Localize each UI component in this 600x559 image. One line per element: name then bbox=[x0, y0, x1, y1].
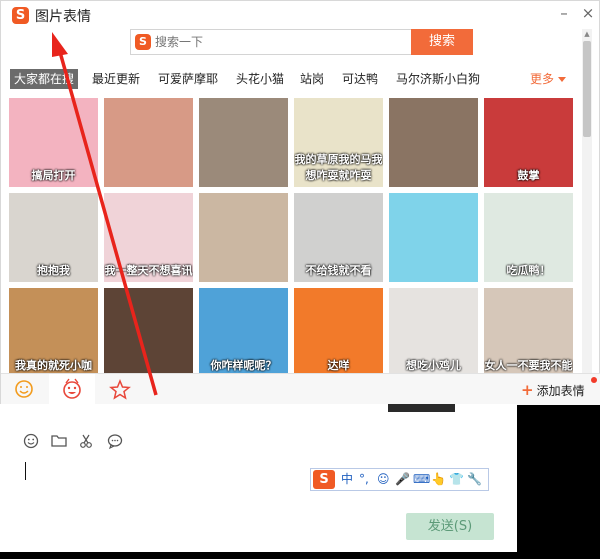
sticker-panel: S 图片表情 – × S 搜索 大家都在搜 最近更新 可爱萨摩耶 头花小猫 站岗… bbox=[0, 0, 600, 405]
scissors-icon[interactable] bbox=[78, 432, 96, 450]
plus-icon: + bbox=[521, 381, 534, 399]
sticker-item[interactable]: 你咋样呢呢？ bbox=[199, 288, 288, 373]
favorites-tab[interactable] bbox=[97, 374, 143, 405]
tab-samoyed[interactable]: 可爱萨摩耶 bbox=[158, 69, 218, 89]
wrench-icon[interactable]: 🔧 bbox=[467, 471, 482, 488]
sticker-caption: 不给钱就不看 bbox=[305, 264, 372, 277]
sticker-grid: 搞局打开 我的草原我的马我想咋耍就咋耍鼓掌抱抱我 我一整天不想喜讯 不给钱就不看 吃瓜鸭… bbox=[9, 98, 579, 373]
title-bar: S 图片表情 – × bbox=[1, 1, 600, 29]
minimize-icon[interactable]: – bbox=[554, 3, 574, 23]
sticker-caption: 女人一不要我不能 bbox=[484, 359, 573, 372]
scroll-thumb[interactable] bbox=[583, 41, 591, 137]
skin-icon[interactable]: 👕 bbox=[449, 471, 464, 488]
sticker-item[interactable]: 女人一不要我不能 bbox=[484, 288, 573, 373]
sticker-item[interactable]: 搞局打开 bbox=[9, 98, 98, 187]
send-button[interactable]: 发送(S) bbox=[406, 513, 494, 540]
sticker-item[interactable]: 想吃小鸡儿 bbox=[389, 288, 478, 373]
sticker-caption: 搞局打开 bbox=[31, 169, 76, 182]
ime-chinese-mode[interactable]: 中 bbox=[341, 471, 353, 488]
sticker-item[interactable]: 吃瓜鸭！ bbox=[484, 193, 573, 282]
chat-bubble-icon[interactable] bbox=[106, 432, 124, 450]
tab-trending[interactable]: 大家都在搜 bbox=[10, 69, 79, 89]
search-input[interactable] bbox=[155, 30, 405, 54]
text-caret bbox=[25, 462, 26, 480]
sticker-caption: 我的草原我的马我想咋耍就咋耍 bbox=[294, 153, 383, 182]
smiley-icon bbox=[15, 380, 33, 398]
sticker-item[interactable]: 我一整天不想喜讯 bbox=[104, 193, 193, 282]
add-sticker-label: 添加表情 bbox=[536, 384, 585, 398]
window-title: 图片表情 bbox=[35, 9, 91, 25]
sticker-caption: 抱抱我 bbox=[37, 264, 70, 277]
sticker-caption: 我一整天不想喜讯 bbox=[104, 264, 193, 277]
sticker-item[interactable]: 不给钱就不看 bbox=[294, 193, 383, 282]
microphone-icon[interactable]: 🎤 bbox=[395, 471, 410, 488]
sticker-item[interactable] bbox=[199, 193, 288, 282]
keyboard-icon[interactable]: ⌨ bbox=[413, 471, 430, 488]
ime-toolbar: S 中 °, ☺ 🎤 ⌨ 👆 👕 🔧 bbox=[310, 468, 489, 491]
emoji-tab[interactable] bbox=[1, 374, 47, 405]
scroll-up-icon[interactable]: ▲ bbox=[582, 29, 592, 39]
notification-dot bbox=[591, 377, 597, 383]
sticker-caption: 我真的就死小咖 bbox=[15, 359, 92, 372]
sticker-item[interactable] bbox=[104, 288, 193, 373]
tab-recent[interactable]: 最近更新 bbox=[92, 69, 140, 89]
folder-icon[interactable] bbox=[50, 432, 68, 450]
sticker-item[interactable]: 鼓掌 bbox=[484, 98, 573, 187]
sticker-item[interactable] bbox=[389, 193, 478, 282]
sticker-item[interactable]: 我真的就死小咖 bbox=[9, 288, 98, 373]
sogou-ime-logo-icon[interactable]: S bbox=[313, 470, 335, 489]
add-sticker-button[interactable]: + 添加表情 bbox=[521, 381, 585, 399]
ime-emoji-icon[interactable]: ☺ bbox=[377, 471, 390, 488]
sticker-item[interactable]: 我的草原我的马我想咋耍就咋耍 bbox=[294, 98, 383, 187]
sticker-item[interactable] bbox=[104, 98, 193, 187]
chevron-down-icon bbox=[558, 77, 567, 82]
close-icon[interactable]: × bbox=[578, 3, 598, 23]
more-button[interactable]: 更多 bbox=[530, 69, 567, 89]
sticker-item[interactable] bbox=[389, 98, 478, 187]
sticker-item[interactable]: 达咩 bbox=[294, 288, 383, 373]
sticker-caption: 想吃小鸡儿 bbox=[406, 359, 461, 372]
handwriting-icon[interactable]: 👆 bbox=[431, 471, 446, 488]
more-label: 更多 bbox=[530, 72, 555, 86]
sticker-caption: 鼓掌 bbox=[517, 169, 540, 182]
sticker-item[interactable]: 抱抱我 bbox=[9, 193, 98, 282]
tab-guard[interactable]: 站岗 bbox=[300, 69, 324, 89]
star-icon bbox=[109, 379, 131, 400]
sogou-search-icon: S bbox=[135, 34, 151, 50]
dark-tab-edge bbox=[388, 404, 455, 412]
sticker-category-bar: + 添加表情 bbox=[1, 373, 600, 405]
tab-psyduck[interactable]: 可达鸭 bbox=[342, 69, 378, 89]
tab-maltese[interactable]: 马尔济斯小白狗 bbox=[396, 69, 480, 89]
tab-cat[interactable]: 头花小猫 bbox=[236, 69, 284, 89]
funny-face-icon bbox=[63, 378, 81, 399]
image-sticker-tab[interactable] bbox=[49, 374, 95, 405]
sticker-item[interactable] bbox=[199, 98, 288, 187]
search-box: S bbox=[130, 29, 412, 55]
emoji-icon[interactable] bbox=[22, 432, 40, 450]
sticker-caption: 吃瓜鸭！ bbox=[506, 264, 551, 277]
ime-punctuation-icon[interactable]: °, bbox=[359, 471, 369, 488]
sticker-caption: 达咩 bbox=[327, 359, 350, 372]
sogou-logo-icon: S bbox=[12, 7, 29, 24]
search-button[interactable]: 搜索 bbox=[411, 29, 473, 55]
sticker-caption: 你咋样呢呢？ bbox=[210, 359, 277, 372]
